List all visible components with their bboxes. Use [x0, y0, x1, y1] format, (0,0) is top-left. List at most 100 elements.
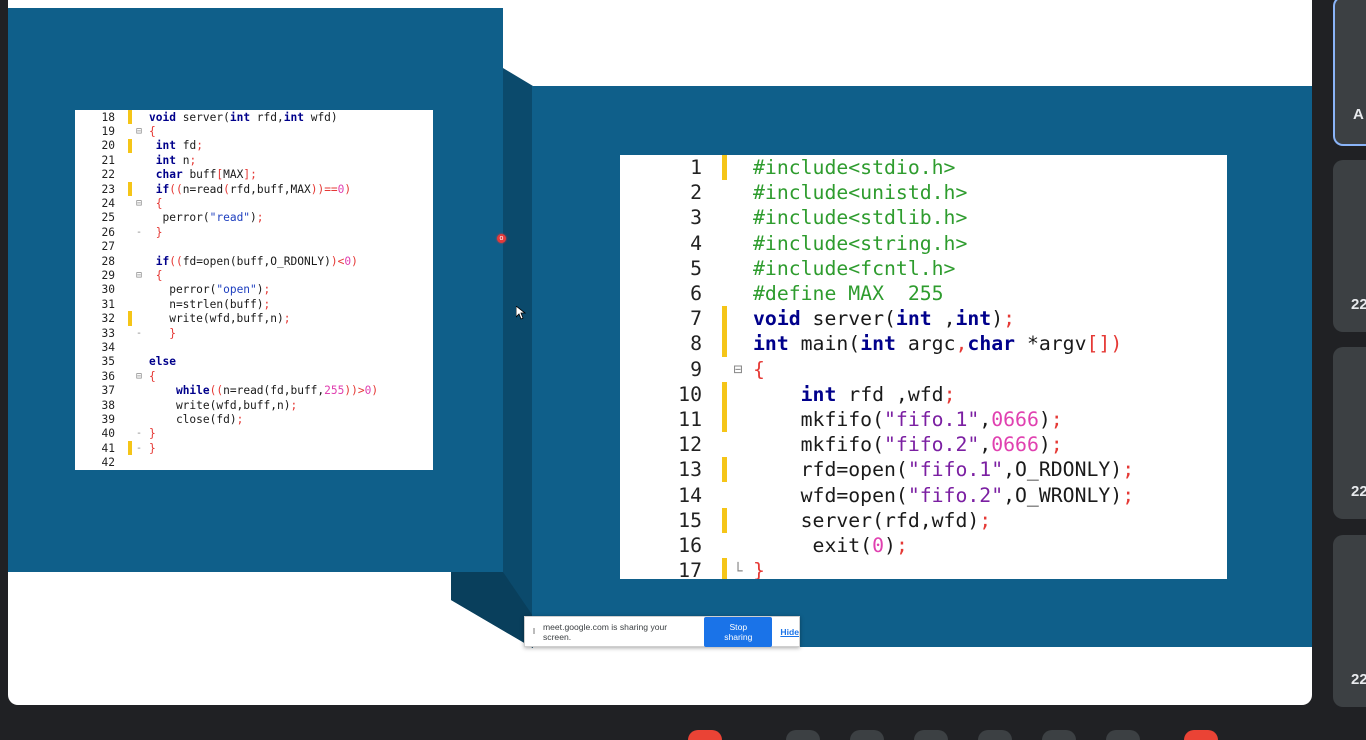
change-marker: [128, 283, 132, 297]
fold-marker-icon[interactable]: -: [132, 227, 146, 238]
fold-marker-icon[interactable]: ⊟: [132, 198, 146, 209]
participant-tile[interactable]: A: [1333, 0, 1366, 146]
camera-button[interactable]: [786, 730, 820, 740]
code-line: 5 #include<fcntl.h>: [620, 256, 1227, 281]
code-text: exit(0);: [749, 534, 908, 557]
captions-button[interactable]: [850, 730, 884, 740]
code-token: int: [283, 110, 304, 124]
code-text: if((fd=open(buff,O_RDONLY))<0): [146, 255, 358, 268]
change-marker: [722, 482, 727, 507]
line-number: 34: [101, 340, 115, 354]
code-line: 13 rfd=open("fifo.1",O_RDONLY);: [620, 457, 1227, 483]
laser-pointer-icon: o: [497, 234, 506, 243]
code-text: {: [146, 269, 163, 282]
code-token: {: [149, 369, 156, 383]
code-token: char: [967, 332, 1016, 356]
code-token: ;: [1003, 307, 1016, 331]
line-number: 15: [678, 508, 702, 532]
change-marker: [128, 311, 132, 326]
fold-marker-icon[interactable]: ⊟: [132, 126, 146, 137]
code-snippet-server-function: 18 void server(int rfd,int wfd) 19 ⊟{20 int…: [75, 110, 433, 470]
code-text: int rfd ,wfd;: [749, 383, 956, 406]
raise-hand-button[interactable]: [1042, 730, 1076, 740]
fold-marker-icon[interactable]: -: [132, 328, 146, 339]
participant-tile[interactable]: 22: [1333, 347, 1366, 519]
code-token: }: [149, 441, 156, 455]
reactions-button[interactable]: [914, 730, 948, 740]
code-line: 9 ⊟{: [620, 357, 1227, 382]
code-line: 2 #include<unistd.h>: [620, 180, 1227, 205]
line-number: 12: [678, 433, 702, 457]
fold-marker-icon[interactable]: -: [132, 443, 146, 454]
code-token: perror(: [149, 211, 210, 225]
fold-marker-icon[interactable]: ⊟: [132, 371, 146, 382]
code-line: 25 perror("read");: [75, 211, 433, 225]
code-line: 29 ⊟ {: [75, 268, 433, 282]
fold-marker-icon[interactable]: └: [727, 562, 749, 579]
microphone-button[interactable]: [688, 730, 722, 740]
code-token: mkfifo(: [753, 407, 885, 431]
stop-sharing-button[interactable]: Stop sharing: [704, 616, 773, 647]
code-token: int: [860, 332, 896, 356]
line-number: 40: [101, 427, 115, 441]
change-marker: [128, 110, 132, 125]
change-marker: [128, 211, 132, 225]
code-text: while((n=read(fd,buff,255))>0): [146, 384, 378, 397]
code-token: }: [169, 326, 176, 340]
code-text: }: [749, 559, 765, 579]
code-token: ;: [1122, 483, 1135, 507]
fold-marker-icon[interactable]: -: [132, 428, 146, 439]
change-marker: [128, 297, 132, 311]
code-token: int: [155, 139, 176, 153]
code-line: 28 if((fd=open(buff,O_RDONLY))<0): [75, 254, 433, 268]
participant-tile[interactable]: 22: [1333, 535, 1366, 707]
line-number: 25: [101, 211, 115, 225]
shared-screen: 18 void server(int rfd,int wfd) 19 ⊟{20 int…: [8, 0, 1312, 705]
change-marker: [722, 457, 727, 483]
line-number: 17: [678, 559, 702, 579]
code-text: #include<stdio.h>: [749, 156, 955, 179]
change-marker: [128, 412, 132, 426]
fold-marker-icon[interactable]: ⊟: [132, 270, 146, 281]
line-number: 39: [101, 412, 115, 426]
code-token: if: [155, 254, 170, 268]
line-number: 14: [678, 483, 702, 507]
drag-handle-icon[interactable]: ‖: [529, 627, 539, 636]
code-line: 4 #include<string.h>: [620, 231, 1227, 256]
change-marker: [128, 138, 132, 154]
code-line: 35 else: [75, 355, 433, 369]
change-marker: [128, 455, 132, 469]
line-number: 3: [690, 206, 702, 230]
more-options-button[interactable]: [1106, 730, 1140, 740]
code-token: fd=open(buff,O_RDONLY): [182, 254, 331, 268]
change-marker: [128, 383, 132, 397]
fold-marker-icon[interactable]: ⊟: [727, 360, 749, 378]
code-token: "read": [209, 211, 251, 225]
leave-call-button[interactable]: [1184, 730, 1218, 740]
change-marker: [722, 306, 727, 332]
code-line: 1 #include<stdio.h>: [620, 155, 1227, 181]
code-token: *argv: [1015, 332, 1087, 356]
hide-link[interactable]: Hide: [780, 627, 799, 637]
code-token: ))==: [310, 182, 338, 196]
line-number: 20: [101, 139, 115, 153]
code-line: 36 ⊟{: [75, 369, 433, 383]
code-token: void: [149, 110, 176, 124]
code-line: 21 int n;: [75, 153, 433, 167]
code-token: ;: [895, 533, 908, 557]
code-token: #include<fcntl.h>: [753, 256, 956, 280]
code-token: ;: [263, 283, 271, 297]
code-token: main(: [788, 332, 861, 356]
change-marker: [128, 153, 132, 167]
participant-tile[interactable]: 22: [1333, 160, 1366, 332]
present-button[interactable]: [978, 730, 1012, 740]
code-token: #define MAX 255: [753, 282, 944, 306]
change-marker: [128, 181, 132, 197]
code-line: 27: [75, 240, 433, 254]
code-text: perror("open");: [146, 283, 270, 296]
code-token: ((: [209, 384, 224, 398]
code-text: mkfifo("fifo.2",0666);: [749, 433, 1063, 456]
